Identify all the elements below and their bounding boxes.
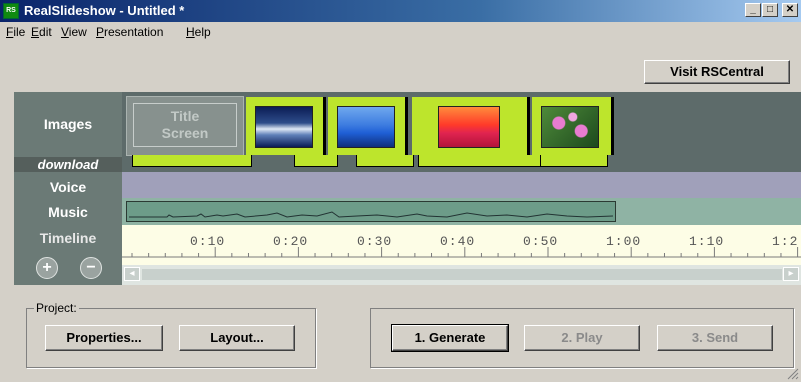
title-screen-box: Title Screen — [133, 103, 237, 147]
slide-mountains[interactable] — [328, 97, 408, 155]
visit-rscentral-button[interactable]: Visit RSCentral — [644, 60, 790, 84]
title-screen-line1: Title — [170, 108, 200, 124]
menu-edit[interactable]: Edit — [31, 25, 52, 39]
slide-duration-bar[interactable] — [356, 155, 414, 167]
scroll-left-arrow[interactable]: ◂ — [124, 267, 140, 281]
slide-image-water — [255, 106, 313, 148]
menu-bar: File Edit View Presentation Help — [0, 22, 801, 42]
slide-duration-bar[interactable] — [294, 155, 338, 167]
menu-file[interactable]: File — [6, 25, 25, 39]
slide-water[interactable] — [246, 97, 326, 155]
zoom-out-button[interactable]: − — [80, 257, 102, 279]
close-button[interactable]: ✕ — [782, 3, 798, 17]
tick-label: 0:30 — [357, 234, 393, 249]
maximize-button[interactable]: □ — [762, 3, 778, 17]
tick-label: 0:40 — [440, 234, 476, 249]
menu-view[interactable]: View — [61, 25, 87, 39]
play-button[interactable]: 2. Play — [524, 325, 640, 351]
slide-image-mountains — [337, 106, 395, 148]
timeline-row-label: Timeline — [39, 230, 97, 246]
music-clip[interactable] — [126, 201, 616, 222]
tick-label: 1:00 — [606, 234, 642, 249]
tick-label: 0:50 — [523, 234, 559, 249]
slide-duration-bar[interactable] — [540, 155, 608, 167]
music-waveform — [129, 211, 614, 218]
slide-flowers[interactable] — [532, 97, 614, 155]
tick-label: 1:10 — [689, 234, 725, 249]
window-title: RealSlideshow - Untitled * — [24, 3, 185, 18]
download-link[interactable]: download — [14, 157, 122, 172]
slide-image-sunset — [438, 106, 500, 148]
zoom-in-button[interactable]: + — [36, 257, 58, 279]
properties-button[interactable]: Properties... — [45, 325, 163, 351]
generate-button[interactable]: 1. Generate — [391, 324, 509, 352]
title-bar: RS RealSlideshow - Untitled * _ □ ✕ — [0, 0, 801, 22]
timeline-scrollbar[interactable]: ◂ ▸ — [122, 265, 801, 285]
title-screen-slide[interactable]: Title Screen — [126, 96, 244, 156]
slide-duration-bar[interactable] — [132, 155, 252, 167]
slide-image-flowers — [541, 106, 599, 148]
menu-presentation[interactable]: Presentation — [96, 25, 163, 39]
app-icon: RS — [3, 3, 19, 19]
tick-label: 0:20 — [273, 234, 309, 249]
tick-label: 1:2 — [772, 234, 799, 249]
title-screen-line2: Screen — [161, 125, 209, 141]
scroll-right-arrow[interactable]: ▸ — [783, 267, 799, 281]
minimize-button[interactable]: _ — [745, 3, 761, 17]
slide-duration-bar[interactable] — [418, 155, 542, 167]
slide-sunset[interactable] — [412, 97, 530, 155]
resize-grip-icon[interactable] — [787, 368, 799, 380]
layout-button[interactable]: Layout... — [179, 325, 295, 351]
music-row-label: Music — [48, 204, 88, 220]
scrollbar-thumb[interactable] — [142, 269, 782, 280]
voice-track[interactable] — [122, 172, 801, 198]
send-button[interactable]: 3. Send — [657, 325, 773, 351]
menu-help[interactable]: Help — [186, 25, 211, 39]
voice-row-label: Voice — [49, 179, 87, 195]
tick-label: 0:10 — [190, 234, 226, 249]
project-legend: Project: — [34, 301, 79, 315]
images-row-label: Images — [43, 116, 93, 132]
